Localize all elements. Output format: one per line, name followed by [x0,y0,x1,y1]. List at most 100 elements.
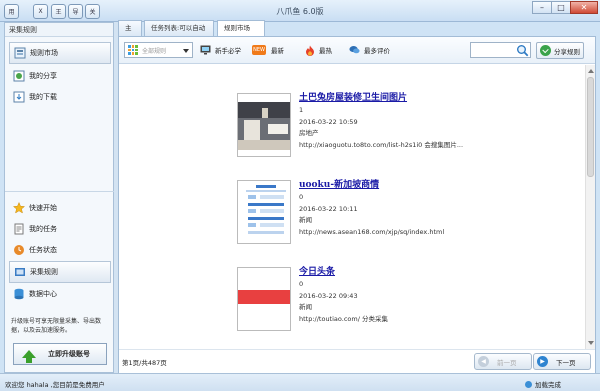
item-title[interactable]: 今日头条 [299,265,569,279]
rules-icon [14,266,26,278]
sidebar-item-quick-start[interactable]: 快速开始 [9,197,111,219]
upgrade-tip: 升级账号可享无限量采集、导出数据，以及云加速服务。 [11,318,102,334]
upgrade-account-button[interactable]: 立即升级账号 [13,343,107,365]
next-page-button[interactable]: ▶ 下一页 [533,353,591,370]
list-item[interactable]: 今日头条 0 2016-03-22 09:43 新闻 http://toutia… [237,267,577,345]
sidebar-item-my-share[interactable]: 我的分享 [9,65,111,87]
filter-newbie[interactable]: 新手必学 [200,45,241,55]
load-status: 加载完成 [525,379,561,389]
status-dot-icon [525,380,532,388]
tab-home[interactable]: 主页 [118,20,142,47]
item-category: 房地产 [299,129,319,137]
tab-rule-market[interactable]: 规则市场× [217,20,265,47]
sidebar-item-label: 任务状态 [29,246,57,254]
toolbar: 全部规则 新手必学 NEW 最新 最热 最多评价 分享规则 [119,37,595,64]
filter-label: 新手必学 [215,47,241,55]
sidebar-item-label: 规则市场 [30,49,58,57]
prev-arrow-icon: ◀ [478,356,489,367]
download-icon [13,91,25,103]
list-scrollbar[interactable] [585,65,595,349]
sidebar-item-label: 采集规则 [30,268,58,276]
tab-label: 规则市场 [224,24,250,32]
chat-icon [349,45,360,55]
scroll-down-icon[interactable] [588,341,594,345]
item-thumbnail[interactable] [237,267,291,331]
item-url: http://xiaoguotu.to8to.com/list-h2s1i0 会… [299,140,464,149]
check-circle-icon [540,45,551,56]
share-rule-button[interactable]: 分享规则 [536,42,584,59]
scroll-thumb[interactable] [587,77,594,177]
sidebar-item-task-status[interactable]: 任务状态 [9,239,111,261]
search-input[interactable] [470,42,531,58]
sidebar-item-label: 快速开始 [29,204,57,212]
fire-icon [304,45,315,56]
status-bar: 欢迎您 hahala ,您目前是免费用户 加载完成 [0,373,600,391]
prev-page-label: 前一页 [497,358,517,367]
rule-market-panel: 全部规则 新手必学 NEW 最新 最热 最多评价 分享规则 土巴兔房屋装修卫生间… [118,36,596,373]
star-icon [12,201,26,214]
sidebar-divider [5,191,115,192]
search-icon[interactable] [516,44,529,57]
market-icon [14,47,26,59]
category-placeholder: 全部规则 [142,47,167,55]
item-info: 今日头条 0 2016-03-22 09:43 新闻 http://toutia… [299,265,569,325]
next-page-label: 下一页 [556,358,576,367]
sidebar-item-my-download[interactable]: 我的下载 [9,86,111,108]
item-category: 新闻 [299,303,312,311]
sidebar-header: 采集规则 [5,23,113,37]
filter-hottest[interactable]: 最热 [304,45,332,56]
status-text: 欢迎您 hahala ,您目前是免费用户 [5,381,105,389]
filter-label: 最热 [319,47,332,55]
status-icon [13,244,25,256]
filter-label: 最新 [271,47,284,55]
app-title: 八爪鱼 6.0版 [276,7,324,16]
item-thumbnail[interactable] [237,93,291,157]
page-info: 第1页/共487页 [122,359,167,367]
load-status-label: 加载完成 [535,381,561,389]
category-select[interactable]: 全部规则 [124,42,193,58]
scroll-up-icon[interactable] [588,69,594,73]
item-date: 2016-03-22 09:43 [299,291,358,300]
list-item[interactable]: uooku-新加坡商情 0 2016-03-22 10:11 新闻 http:/… [237,180,577,258]
item-thumbnail[interactable] [237,180,291,244]
item-url: http://news.asean168.com/xjp/sq/index.ht… [299,227,445,236]
task-icon [13,223,25,235]
close-button[interactable]: ✕ [570,1,598,14]
sidebar-item-data-center[interactable]: 数据中心 [9,283,111,305]
share-rule-label: 分享规则 [554,47,580,56]
sidebar-item-label: 我的下载 [29,93,57,101]
sidebar-item-my-tasks[interactable]: 我的任务 [9,218,111,240]
database-icon [13,288,25,300]
new-badge-icon: NEW [252,45,266,55]
grid-icon [128,45,138,55]
sidebar: 采集规则 规则市场 我的分享 我的下载 快速开始 我的任务 任务状态 采集规则 … [4,22,115,373]
item-count: 0 [299,280,304,288]
item-info: 土巴兔房屋装修卫生间图片 1 2016-03-22 10:59 房地产 http… [299,91,569,151]
tab-bar: 主页 任务列表:可以自动 规则市场× [118,18,596,47]
upgrade-label: 立即升级账号 [48,350,90,358]
sidebar-item-market[interactable]: 规则市场 [9,42,111,64]
item-title[interactable]: uooku-新加坡商情 [299,178,569,192]
share-icon [13,70,25,82]
filter-newest[interactable]: NEW 最新 [252,45,284,55]
pager: 第1页/共487页 ◀ 前一页 ▶ 下一页 [119,349,595,373]
item-title[interactable]: 土巴兔房屋装修卫生间图片 [299,91,569,105]
list-item[interactable]: 土巴兔房屋装修卫生间图片 1 2016-03-22 10:59 房地产 http… [237,93,577,171]
filter-most-reviewed[interactable]: 最多评价 [349,45,390,55]
chevron-down-icon [183,49,189,53]
sidebar-item-collect-rules[interactable]: 采集规则 [9,261,111,283]
tab-task-list[interactable]: 任务列表:可以自动 [144,20,214,36]
item-date: 2016-03-22 10:59 [299,117,358,126]
prev-page-button[interactable]: ◀ 前一页 [474,353,532,370]
sidebar-item-label: 我的任务 [29,225,57,233]
item-count: 0 [299,193,304,201]
upgrade-arrow-icon [22,350,36,363]
item-category: 新闻 [299,216,312,224]
minimize-button[interactable]: – [532,1,552,14]
item-url: http://toutiao.com/ 分类采集 [299,314,388,323]
maximize-button[interactable]: □ [551,1,571,14]
item-count: 1 [299,106,304,114]
sidebar-item-label: 我的分享 [29,72,57,80]
filter-label: 最多评价 [364,47,390,55]
sidebar-item-label: 数据中心 [29,290,57,298]
